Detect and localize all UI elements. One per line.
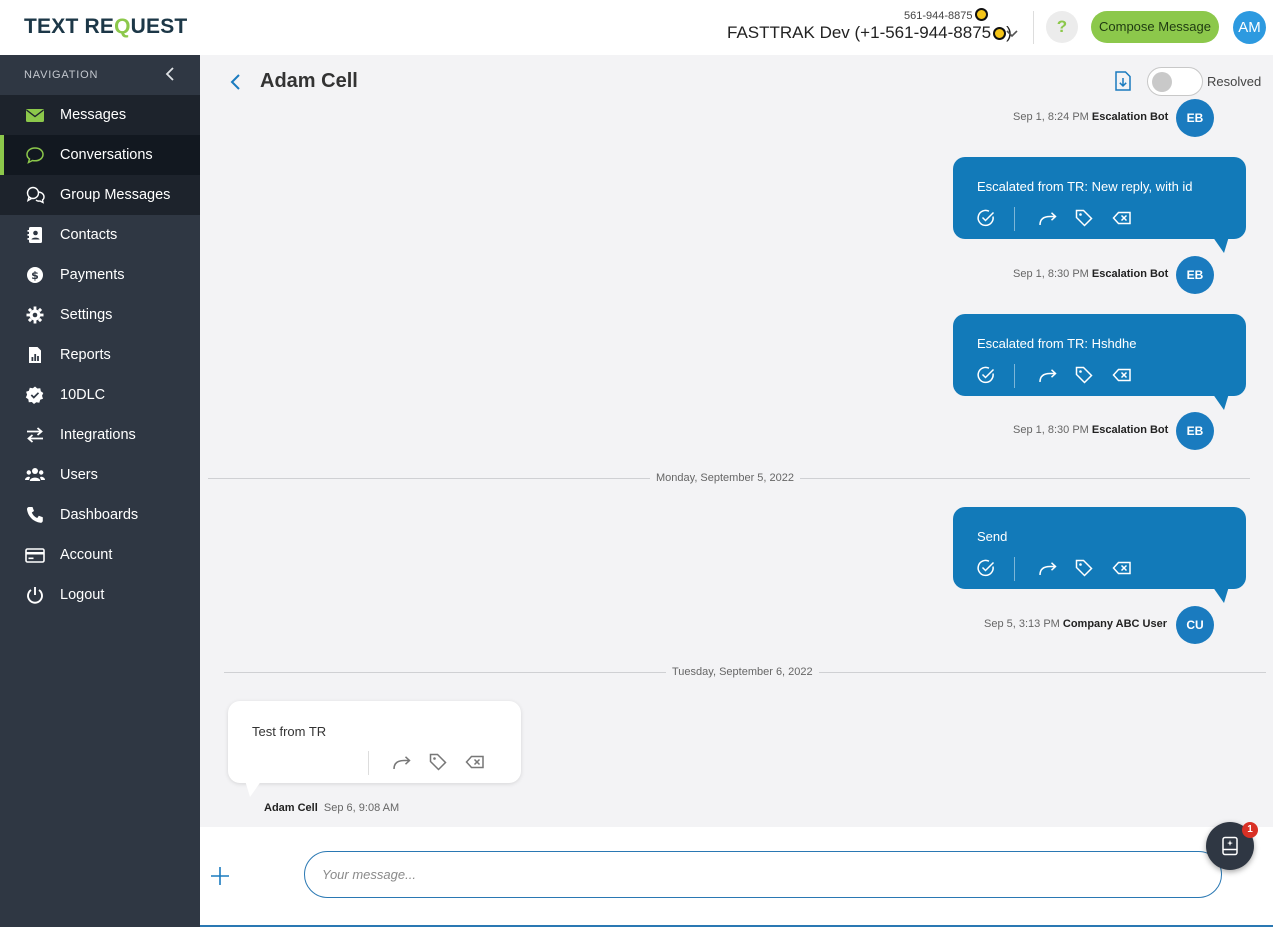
incoming-message-bubble: Test from TR	[228, 701, 521, 797]
sidebar: NAVIGATION Messages Conversations Group …	[0, 55, 200, 927]
sidebar-item-dashboards[interactable]: Dashboards	[0, 495, 200, 535]
action-divider	[368, 751, 369, 775]
nav-heading: NAVIGATION	[24, 69, 99, 81]
plus-icon[interactable]	[210, 866, 230, 886]
bubble-tail	[1210, 583, 1230, 603]
account-phone-small: 561-944-8875	[904, 8, 988, 22]
delete-icon[interactable]	[1112, 558, 1132, 578]
message-input[interactable]	[304, 851, 1222, 898]
message-text: Send	[977, 529, 1008, 544]
notebook-sparkle-icon	[1222, 836, 1238, 856]
text-request-logo[interactable]: TEXT REQUEST	[24, 15, 187, 39]
delete-icon[interactable]	[1112, 208, 1132, 228]
user-avatar[interactable]: AM	[1233, 11, 1266, 44]
nav-list: Messages Conversations Group Messages Co…	[0, 95, 200, 615]
sidebar-item-account[interactable]: Account	[0, 535, 200, 575]
sender-avatar: EB	[1176, 256, 1214, 294]
users-icon	[25, 468, 45, 481]
sidebar-item-settings[interactable]: Settings	[0, 295, 200, 335]
sidebar-item-group-messages[interactable]: Group Messages	[0, 175, 200, 215]
check-circle-icon[interactable]	[976, 365, 996, 385]
message-text: Escalated from TR: New reply, with id	[977, 179, 1193, 194]
chat-bubble-icon	[26, 147, 44, 164]
message-meta: Sep 1, 8:30 PM Escalation Bot	[1013, 424, 1169, 436]
sidebar-item-payments[interactable]: $ Payments	[0, 255, 200, 295]
sidebar-item-conversations[interactable]: Conversations	[0, 135, 200, 175]
message-text: Test from TR	[252, 724, 327, 739]
check-circle-icon[interactable]	[976, 558, 996, 578]
sidebar-item-10dlc[interactable]: 10DLC	[0, 375, 200, 415]
sidebar-item-contacts[interactable]: Contacts	[0, 215, 200, 255]
outgoing-message-bubble: Escalated from TR: Hshdhe	[953, 314, 1246, 410]
credit-card-icon	[25, 548, 45, 563]
tag-icon[interactable]	[1074, 208, 1094, 228]
dollar-icon: $	[27, 267, 43, 283]
resolved-label: Resolved	[1207, 74, 1262, 89]
delete-icon[interactable]	[465, 752, 485, 772]
report-icon	[29, 347, 41, 363]
sidebar-item-integrations[interactable]: Integrations	[0, 415, 200, 455]
tag-icon[interactable]	[1074, 558, 1094, 578]
back-arrow-icon[interactable]	[228, 73, 244, 91]
message-text: Escalated from TR: Hshdhe	[977, 336, 1137, 351]
arrows-swap-icon	[27, 427, 43, 443]
top-bar: TEXT REQUEST 561-944-8875 FASTTRAK Dev (…	[0, 0, 1273, 55]
toggle-knob	[1152, 72, 1172, 92]
bubble-tail	[1210, 233, 1230, 253]
outgoing-message-bubble: Send	[953, 507, 1246, 603]
power-icon	[27, 587, 43, 604]
contact-card-icon	[27, 227, 42, 243]
compose-message-button[interactable]: Compose Message	[1091, 11, 1219, 43]
chevron-down-icon[interactable]	[1004, 25, 1020, 41]
forward-icon[interactable]	[1038, 208, 1058, 228]
message-meta: Sep 1, 8:24 PM Escalation Bot	[1013, 111, 1169, 123]
export-download-icon[interactable]	[1114, 71, 1132, 91]
forward-icon[interactable]	[1038, 365, 1058, 385]
svg-text:$: $	[31, 269, 39, 282]
resolved-toggle[interactable]	[1147, 67, 1203, 96]
sidebar-item-messages[interactable]: Messages	[0, 95, 200, 135]
envelope-icon	[26, 109, 44, 122]
status-dot-icon	[974, 8, 988, 21]
message-meta: Adam Cell Sep 6, 9:08 AM	[264, 802, 400, 814]
action-divider	[1014, 557, 1015, 581]
action-divider	[1014, 364, 1015, 388]
tag-icon[interactable]	[1074, 365, 1094, 385]
sender-avatar: EB	[1176, 99, 1214, 137]
forward-icon[interactable]	[392, 752, 412, 772]
sidebar-item-reports[interactable]: Reports	[0, 335, 200, 375]
date-divider-label: Monday, September 5, 2022	[650, 472, 800, 484]
message-meta: Sep 1, 8:30 PM Escalation Bot	[1013, 268, 1169, 280]
chevron-left-icon[interactable]	[163, 67, 177, 81]
sender-avatar: CU	[1176, 606, 1214, 644]
message-meta: Sep 5, 3:13 PM Company ABC User	[984, 618, 1168, 630]
notification-fab[interactable]: 1	[1206, 822, 1258, 870]
conversation-title: Adam Cell	[260, 70, 358, 92]
notification-badge: 1	[1242, 822, 1258, 838]
gear-icon	[26, 306, 44, 324]
delete-icon[interactable]	[1112, 365, 1132, 385]
badge-check-icon	[25, 386, 44, 404]
sidebar-item-logout[interactable]: Logout	[0, 575, 200, 615]
forward-icon[interactable]	[1038, 558, 1058, 578]
check-circle-icon[interactable]	[976, 208, 996, 228]
tag-icon[interactable]	[428, 752, 448, 772]
outgoing-message-bubble: Escalated from TR: New reply, with id	[953, 157, 1246, 253]
action-divider	[1014, 207, 1015, 231]
header-divider	[1033, 11, 1034, 44]
bubble-tail	[244, 777, 264, 797]
group-chat-icon	[26, 186, 45, 204]
help-button[interactable]: ?	[1046, 11, 1078, 43]
account-selector[interactable]: FASTTRAK Dev (+1-561-944-8875)	[727, 23, 1012, 43]
date-divider-label: Tuesday, September 6, 2022	[666, 666, 819, 678]
sender-avatar: EB	[1176, 412, 1214, 450]
bubble-tail	[1210, 390, 1230, 410]
phone-icon	[26, 507, 43, 523]
sidebar-item-users[interactable]: Users	[0, 455, 200, 495]
